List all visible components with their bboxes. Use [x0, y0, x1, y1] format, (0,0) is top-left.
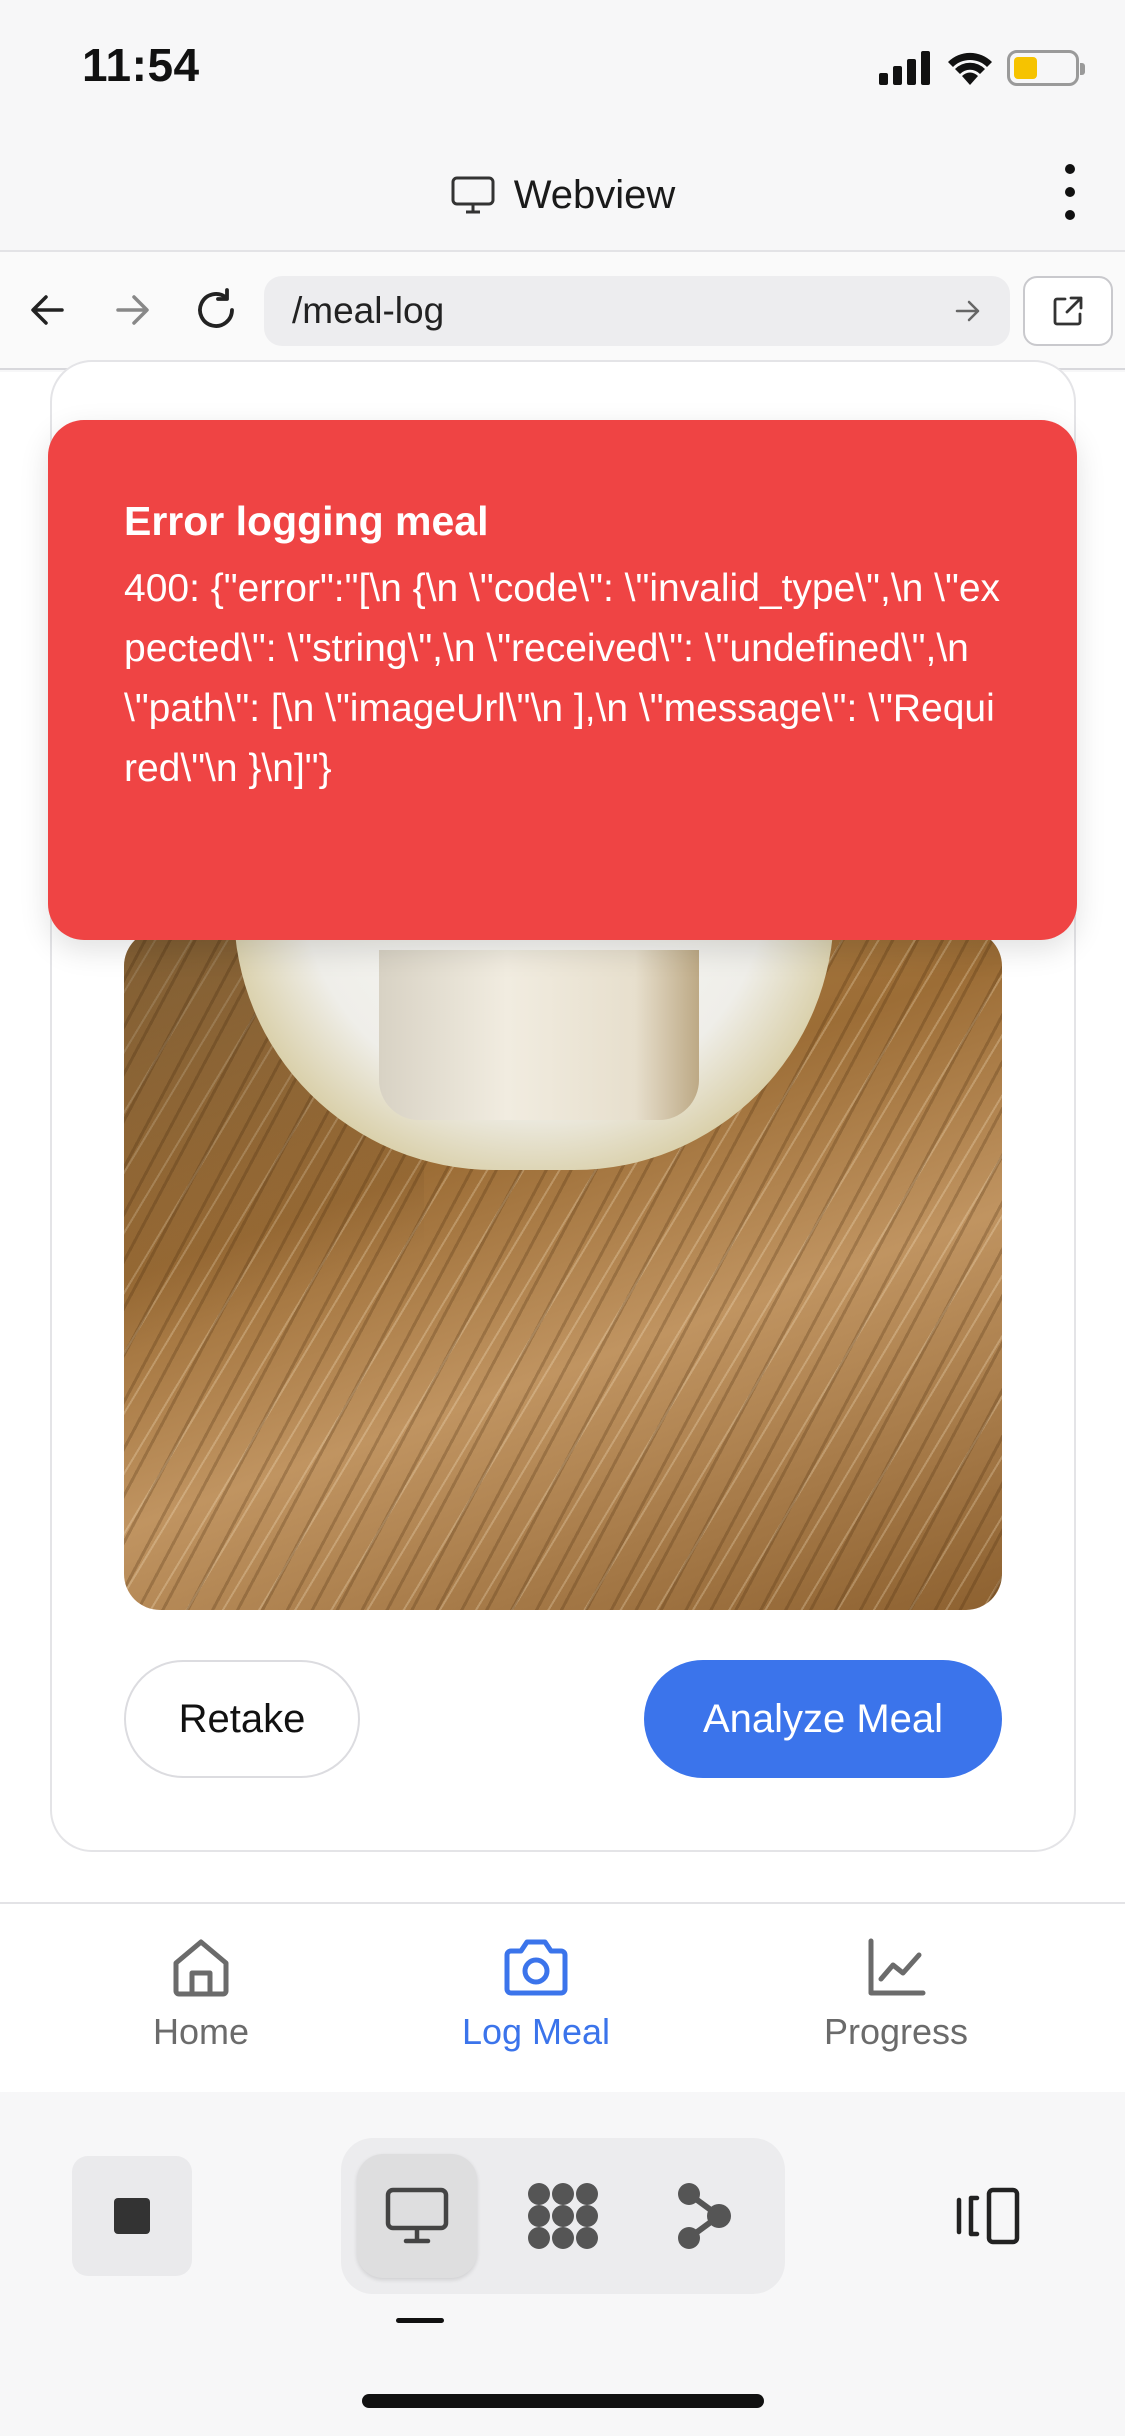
device-frame-button[interactable] [952, 2184, 1024, 2248]
back-icon[interactable] [20, 282, 76, 338]
chart-line-icon [868, 1938, 926, 1996]
active-mode-indicator [396, 2318, 444, 2323]
external-link-icon [1053, 296, 1083, 326]
tab-home[interactable]: Home [51, 1935, 351, 2053]
graph-mode-button[interactable] [645, 2154, 765, 2278]
status-icons [879, 48, 1085, 88]
url-text: /meal-log [292, 290, 445, 331]
dots-grid-icon [528, 2183, 598, 2249]
status-time: 11:54 [82, 39, 200, 91]
monitor-icon [385, 2187, 449, 2244]
url-input[interactable]: /meal-log [264, 276, 1010, 346]
go-arrow-icon[interactable] [954, 299, 982, 323]
reload-icon[interactable] [188, 282, 244, 338]
open-external-button[interactable] [1023, 276, 1113, 346]
tab-label-home: Home [152, 2011, 250, 2052]
stop-icon [114, 2198, 150, 2234]
analyze-meal-button[interactable]: Analyze Meal [644, 1660, 1002, 1778]
monitor-icon [451, 176, 495, 214]
stop-button[interactable] [72, 2156, 192, 2276]
more-options-icon[interactable] [1055, 164, 1085, 220]
camera-icon [504, 1939, 568, 1996]
retake-button[interactable]: Retake [124, 1660, 360, 1778]
home-indicator [362, 2394, 764, 2408]
graph-nodes-icon [678, 2183, 731, 2249]
webview-mode-button[interactable] [357, 2154, 477, 2278]
webview-header: Webview [0, 140, 1125, 250]
error-toast[interactable]: Error logging meal 400: {"error":"[\n {\… [48, 420, 1077, 940]
error-title: Error logging meal [124, 498, 489, 544]
error-message: 400: {"error":"[\n {\n \"code\": \"inval… [124, 567, 1001, 790]
forward-icon[interactable] [104, 282, 160, 338]
tab-progress[interactable]: Progress [746, 1935, 1046, 2053]
battery-icon [1007, 50, 1085, 86]
webview-title: Webview [513, 172, 676, 217]
tab-label-progress: Progress [823, 2011, 969, 2052]
tab-log-meal[interactable]: Log Meal [386, 1935, 686, 2053]
signal-icon [879, 51, 930, 85]
grid-mode-button[interactable] [503, 2154, 623, 2278]
tab-label-log-meal: Log Meal [461, 2011, 611, 2052]
device-frame-icon [956, 2187, 1020, 2245]
meal-photo [124, 930, 1002, 1610]
home-icon [173, 1939, 229, 1997]
wifi-icon [948, 52, 992, 85]
